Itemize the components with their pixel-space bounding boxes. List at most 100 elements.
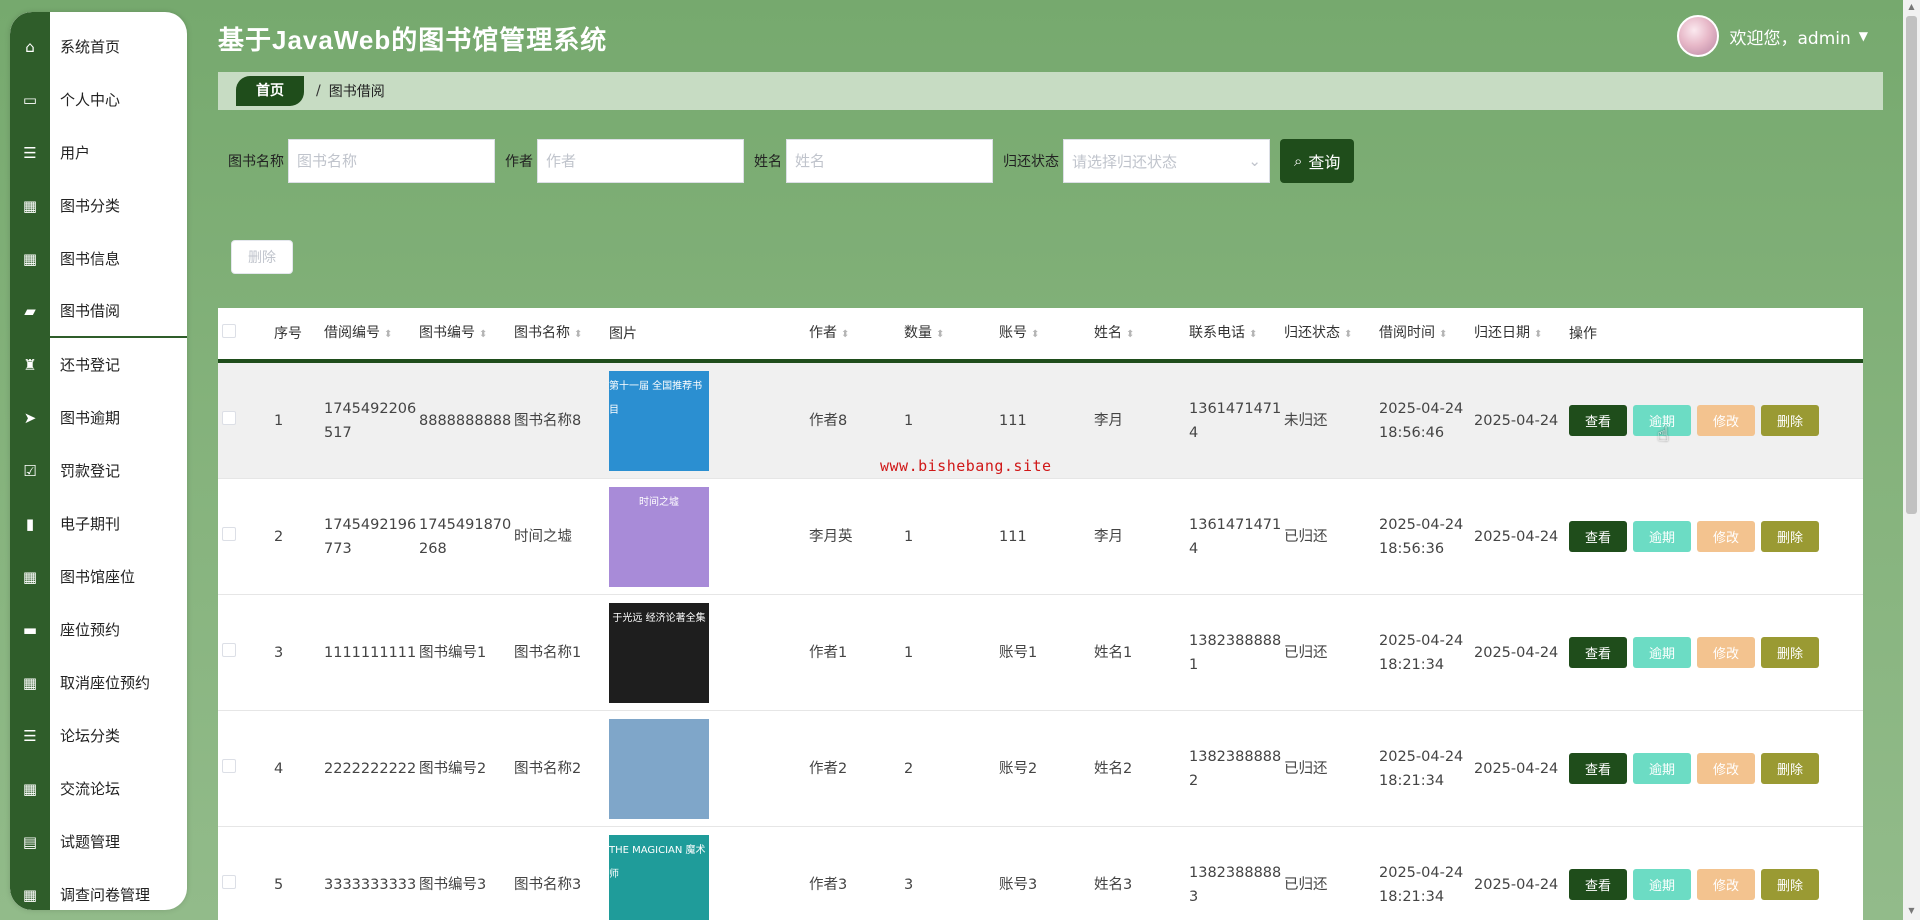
book-cover-image[interactable]: 时间之墟: [609, 486, 709, 587]
cell-status: 未归还: [1284, 412, 1328, 429]
scroll-down-icon[interactable]: ▼: [1906, 906, 1917, 918]
view-button[interactable]: 查看: [1569, 869, 1627, 900]
page-scrollbar[interactable]: ▲ ▼: [1903, 0, 1920, 920]
search-button-label: 查询: [1308, 155, 1341, 172]
sidebar-item[interactable]: ▰ 图书借阅: [10, 285, 187, 338]
edit-button[interactable]: 修改: [1697, 521, 1755, 552]
delete-button[interactable]: 删除: [1761, 521, 1819, 552]
book-cover-image[interactable]: 于光远 经济论著全集: [609, 602, 709, 703]
view-button[interactable]: 查看: [1569, 405, 1627, 436]
header-borrow-no[interactable]: 借阅编号 ⬍: [324, 321, 419, 347]
row-checkbox[interactable]: [222, 410, 236, 425]
user-greeting: 欢迎您，admin: [1729, 28, 1851, 49]
scroll-thumb[interactable]: [1906, 16, 1917, 514]
book-cover-image[interactable]: THE MAGICIAN 魔术师: [609, 834, 709, 920]
edit-button[interactable]: 修改: [1697, 405, 1755, 436]
sidebar-item[interactable]: ➤ 图书逾期: [10, 391, 187, 444]
name-input[interactable]: [786, 139, 993, 183]
header-name[interactable]: 姓名 ⬍: [1094, 321, 1189, 347]
sidebar-item[interactable]: ▦ 调查问卷管理: [10, 868, 187, 910]
row-checkbox-cell: [218, 873, 274, 897]
sidebar-item[interactable]: ▭ 个人中心: [10, 73, 187, 126]
breadcrumb: 首页 / 图书借阅: [218, 72, 1883, 110]
view-button[interactable]: 查看: [1569, 521, 1627, 552]
grid-icon: ▦: [22, 779, 38, 798]
sidebar-item[interactable]: ▦ 取消座位预约: [10, 656, 187, 709]
header-book-name[interactable]: 图书名称 ⬍: [514, 321, 609, 347]
sidebar-item[interactable]: ▦ 交流论坛: [10, 762, 187, 815]
cell-book-name: 图书名称8: [514, 412, 582, 429]
sidebar-item[interactable]: ☑ 罚款登记: [10, 444, 187, 497]
overdue-button[interactable]: 逾期: [1633, 637, 1691, 668]
delete-button[interactable]: 删除: [1761, 637, 1819, 668]
row-checkbox[interactable]: [222, 526, 236, 541]
edit-button[interactable]: 修改: [1697, 637, 1755, 668]
view-button[interactable]: 查看: [1569, 753, 1627, 784]
header-qty[interactable]: 数量 ⬍: [904, 321, 999, 347]
cell-phone: 13823888883: [1189, 864, 1282, 905]
row-checkbox[interactable]: [222, 758, 236, 773]
user-menu[interactable]: 欢迎您，admin ▼: [1677, 15, 1868, 57]
row-checkbox[interactable]: [222, 642, 236, 657]
edit-button[interactable]: 修改: [1697, 869, 1755, 900]
header-author[interactable]: 作者 ⬍: [809, 321, 904, 347]
cell-image: 时间之墟: [609, 486, 809, 587]
overdue-button[interactable]: 逾期: [1633, 521, 1691, 552]
sidebar-item[interactable]: ☰ 用户: [10, 126, 187, 179]
book-name-input[interactable]: [288, 139, 495, 183]
cell-ops: 查看 逾期 修改 删除: [1569, 637, 1859, 668]
cell-book-no: 8888888888: [419, 412, 512, 429]
app-title: 基于JavaWeb的图书馆管理系统: [218, 25, 608, 55]
overdue-button[interactable]: 逾期: [1633, 869, 1691, 900]
grid-icon: ▦: [22, 673, 38, 692]
sort-icon: ⬍: [1249, 328, 1258, 340]
breadcrumb-home[interactable]: 首页: [236, 76, 304, 106]
header-status[interactable]: 归还状态 ⬍: [1284, 321, 1379, 347]
view-button[interactable]: 查看: [1569, 637, 1627, 668]
header-borrow-time[interactable]: 借阅时间 ⬍: [1379, 321, 1474, 347]
sidebar-item[interactable]: ▦ 图书信息: [10, 232, 187, 285]
chevron-down-icon: ⌄: [1248, 152, 1261, 170]
sort-icon: ⬍: [1031, 328, 1040, 340]
cell-book-no: 图书编号3: [419, 876, 487, 893]
sidebar-item[interactable]: ▦ 图书分类: [10, 179, 187, 232]
header-return-date[interactable]: 归还日期 ⬍: [1474, 321, 1569, 347]
cell-borrow-no: 1111111111: [324, 644, 417, 661]
edit-button[interactable]: 修改: [1697, 753, 1755, 784]
batch-delete-button[interactable]: 删除: [231, 240, 293, 274]
sidebar-item[interactable]: ▦ 图书馆座位: [10, 550, 187, 603]
cell-borrow-no: 1745492206517: [324, 400, 417, 441]
header-phone[interactable]: 联系电话 ⬍: [1189, 321, 1284, 347]
sidebar-item[interactable]: ♜ 还书登记: [10, 338, 187, 391]
sidebar-item[interactable]: ▬ 座位预约: [10, 603, 187, 656]
header-book-no[interactable]: 图书编号 ⬍: [419, 321, 514, 347]
cell-image: 第十一届 全国推荐书目: [609, 370, 809, 471]
book-cover-image[interactable]: 第十一届 全国推荐书目: [609, 370, 709, 471]
sidebar-item[interactable]: ▮ 电子期刊: [10, 497, 187, 550]
author-input[interactable]: [537, 139, 744, 183]
scroll-up-icon[interactable]: ▲: [1906, 2, 1917, 14]
status-select[interactable]: 请选择归还状态 ⌄: [1063, 139, 1270, 183]
row-checkbox[interactable]: [222, 874, 236, 889]
sidebar-item[interactable]: ⌂ 系统首页: [10, 20, 187, 73]
cell-book-no: 图书编号2: [419, 760, 487, 777]
sidebar-item-label: 图书分类: [60, 197, 121, 215]
cell-qty: 1: [904, 644, 914, 661]
book-icon: ▮: [25, 514, 35, 533]
cell-author: 李月英: [809, 528, 853, 545]
delete-button[interactable]: 删除: [1761, 405, 1819, 436]
search-button[interactable]: ⌕ 查询: [1280, 139, 1355, 183]
sidebar-item[interactable]: ☰ 论坛分类: [10, 709, 187, 762]
delete-button[interactable]: 删除: [1761, 869, 1819, 900]
cell-account: 账号1: [999, 644, 1038, 661]
sidebar-item[interactable]: ▤ 试题管理: [10, 815, 187, 868]
profile-card-icon: ▭: [22, 90, 38, 109]
select-all-checkbox[interactable]: [222, 323, 236, 338]
cell-name: 姓名1: [1094, 644, 1133, 661]
cell-name: 李月: [1094, 528, 1123, 545]
header-account[interactable]: 账号 ⬍: [999, 321, 1094, 347]
pointer-cursor-icon: ☝: [1657, 422, 1670, 446]
overdue-button[interactable]: 逾期: [1633, 753, 1691, 784]
delete-button[interactable]: 删除: [1761, 753, 1819, 784]
book-cover-image[interactable]: [609, 718, 709, 819]
